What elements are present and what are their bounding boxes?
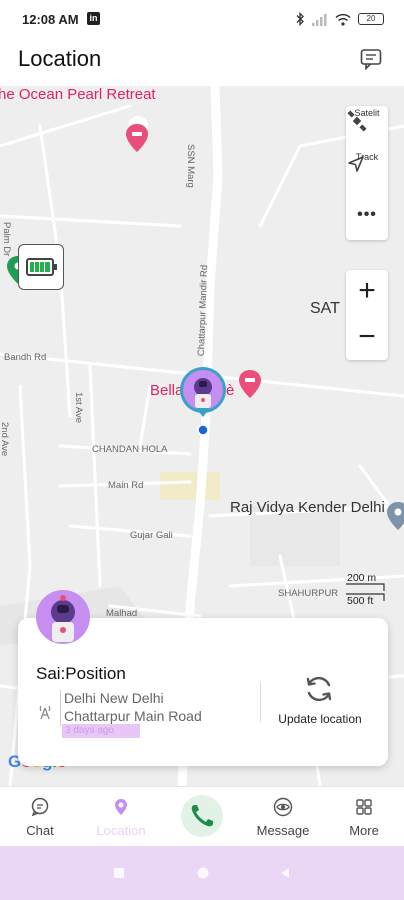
back-button[interactable]	[278, 866, 292, 880]
status-bar: 12:08 AM in 20	[0, 0, 404, 38]
area-label-chandan-hola: CHANDAN HOLA	[92, 444, 168, 455]
poi-label-bella-right[interactable]: è	[226, 382, 234, 399]
status-time: 12:08 AM	[22, 12, 79, 27]
area-label-shahurpur: SHAHURPUR	[278, 588, 339, 599]
home-button[interactable]	[196, 866, 210, 880]
battery-icon: 20	[358, 13, 384, 25]
grid-icon	[356, 799, 372, 815]
scale-label-feet: 500 ft	[347, 595, 374, 607]
call-button[interactable]	[181, 795, 223, 837]
nav-item-message[interactable]: Message	[243, 787, 323, 847]
road-label-palm-dr: Palm Dr	[1, 222, 12, 257]
zoom-out-button[interactable]: −	[346, 316, 388, 360]
eye-icon	[273, 797, 293, 817]
address-line-1: Delhi New Delhi	[64, 690, 164, 706]
divider	[60, 690, 61, 726]
nav-item-location[interactable]: Location	[81, 787, 161, 847]
divider-vertical	[260, 682, 261, 722]
linkedin-icon: in	[87, 12, 100, 25]
last-updated-time: 3 days ago	[62, 724, 140, 738]
refresh-icon[interactable]	[302, 672, 336, 706]
chat-icon	[31, 797, 49, 817]
avatar	[183, 370, 223, 410]
zoom-controls: + −	[346, 270, 388, 360]
road-label-gujar-gali: Gujar Gali	[130, 530, 173, 541]
satellite-icon	[347, 110, 367, 132]
road-label-main-rd: Main Rd	[108, 480, 144, 491]
nav-item-more[interactable]: More	[324, 787, 404, 847]
avatar[interactable]	[36, 590, 90, 644]
nav-label-chat: Chat	[26, 823, 54, 838]
nav-label-location: Location	[96, 823, 146, 838]
page-title: Location	[18, 46, 102, 71]
road-label-ssn-marg: SSN Marg	[185, 144, 196, 188]
navigation-arrow-icon	[348, 156, 364, 172]
road-label-bandh: Bandh Rd	[4, 352, 47, 363]
chat-bubble-icon[interactable]	[360, 48, 382, 70]
poi-label-ocean-pearl[interactable]: he Ocean Pearl Retreat	[0, 86, 156, 103]
battery-widget[interactable]	[18, 244, 64, 290]
zoom-in-button[interactable]: +	[346, 270, 388, 314]
nav-item-chat[interactable]: Chat	[0, 787, 80, 847]
marker-tail	[196, 408, 210, 417]
road-label-1st-ave: 1st Ave	[73, 392, 84, 423]
astronaut-avatar-icon	[51, 595, 75, 642]
map-controls: Satelit Track •••	[346, 106, 388, 240]
phone-icon	[191, 805, 213, 827]
address-line-2: Chattarpur Main Road	[64, 708, 202, 724]
satellite-button[interactable]: Satelit	[346, 108, 388, 150]
status-icons: 20	[296, 10, 384, 28]
location-pin-icon	[115, 799, 127, 815]
system-nav-bar	[0, 846, 404, 900]
nav-label-message: Message	[256, 823, 310, 838]
nav-label-more: More	[349, 823, 379, 838]
bluetooth-icon	[296, 12, 304, 26]
area-label-sat: SAT	[310, 300, 340, 317]
recents-button[interactable]	[112, 866, 126, 880]
wifi-icon	[335, 13, 351, 26]
update-location-button[interactable]: Update location	[268, 712, 372, 726]
poi-label-raj-vidya[interactable]: Raj Vidya Kender Delhi	[230, 499, 385, 516]
track-button[interactable]: Track	[346, 152, 388, 194]
poi-label-bella[interactable]: Bella	[150, 382, 183, 399]
nav-item-call[interactable]	[162, 787, 242, 847]
user-map-marker[interactable]	[180, 367, 226, 413]
app-header: Location	[0, 38, 404, 86]
bottom-nav: Chat Location Message More	[0, 786, 404, 846]
signal-icon	[312, 13, 327, 26]
signal-tower-icon	[39, 705, 51, 720]
device-name: Sai:Position	[36, 664, 126, 683]
battery-full-icon	[26, 258, 57, 276]
more-options-button[interactable]: •••	[346, 206, 388, 234]
astronaut-avatar-icon	[194, 378, 212, 408]
scale-label-meters: 200 m	[347, 572, 377, 584]
road-label-2nd-ave: 2nd Ave	[0, 422, 10, 457]
